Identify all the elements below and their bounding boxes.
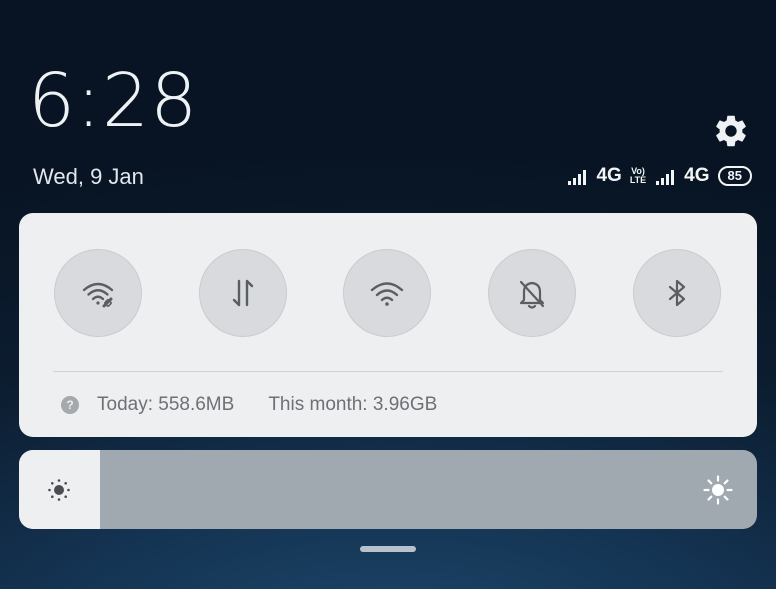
panel-drag-handle[interactable]: [360, 546, 416, 552]
brightness-high-icon: [703, 475, 733, 505]
status-bar: 4G Vo) LTE 4G 85: [568, 163, 752, 189]
wifi-icon: [370, 282, 404, 306]
settings-gear-icon[interactable]: [712, 112, 750, 150]
tile-bluetooth[interactable]: [633, 249, 721, 337]
tile-mobile-data[interactable]: [199, 249, 287, 337]
wifi-data-saver-icon: [82, 282, 114, 308]
signal-strength-icon: [656, 170, 675, 185]
tile-wifi-data-saver[interactable]: [54, 249, 142, 337]
battery-indicator: 85: [717, 166, 752, 186]
silent-mode-icon: [519, 280, 545, 309]
volte-bottom-label: LTE: [629, 175, 647, 185]
signal-strength-icon: [568, 170, 587, 185]
tile-silent-mode[interactable]: [488, 249, 576, 337]
volte-indicator: Vo) LTE: [630, 167, 646, 185]
tile-wifi[interactable]: [343, 249, 431, 337]
help-icon[interactable]: ?: [61, 396, 79, 414]
brightness-slider[interactable]: [19, 450, 757, 529]
brightness-low-icon: [48, 479, 70, 501]
bluetooth-icon: [668, 279, 686, 307]
data-usage-row[interactable]: ? Today: 558.6MB This month: 3.96GB: [61, 394, 437, 416]
clock-time[interactable]: 6:28: [28, 64, 198, 138]
data-usage-month: This month: 3.96GB: [268, 394, 438, 415]
data-usage-today: Today: 558.6MB: [97, 394, 235, 415]
panel-divider: [53, 371, 723, 372]
quick-settings-panel: ? Today: 558.6MB This month: 3.96GB: [19, 213, 757, 437]
sim1-network-type: 4G: [596, 165, 622, 186]
mobile-data-icon: [232, 279, 254, 307]
sim2-network-type: 4G: [684, 165, 710, 186]
clock-date[interactable]: Wed, 9 Jan: [33, 164, 144, 190]
